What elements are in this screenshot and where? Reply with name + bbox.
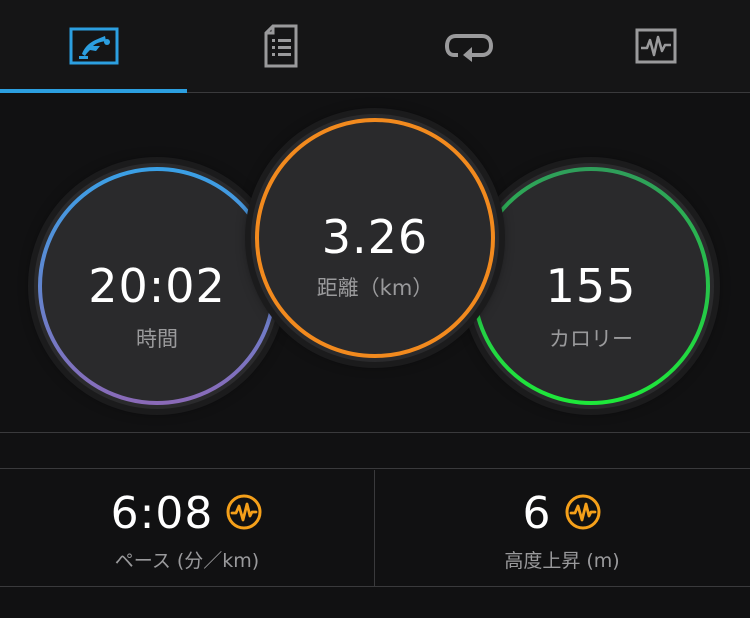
tab-details[interactable] xyxy=(188,0,376,92)
heartrate-badge-icon xyxy=(225,493,263,535)
tab-bar xyxy=(0,0,750,93)
distance-ring[interactable]: 3.26 距離（km） xyxy=(251,114,499,362)
elevation-label: 高度上昇 (m) xyxy=(504,550,620,572)
elevation-value-row: 6 xyxy=(374,488,750,539)
stats-divider-vertical xyxy=(374,470,375,586)
tab-charts[interactable] xyxy=(563,0,750,92)
calories-ring[interactable]: 155 カロリー xyxy=(468,163,714,409)
tab-overview[interactable] xyxy=(0,0,188,93)
running-activity-icon xyxy=(69,27,119,65)
summary-rings: 20:02 時間 155 カロリー 3.26 距離（km） xyxy=(0,93,750,433)
pace-value-row: 6:08 xyxy=(0,488,374,539)
distance-label: 距離（km） xyxy=(316,276,434,300)
document-list-icon xyxy=(264,24,298,68)
time-ring[interactable]: 20:02 時間 xyxy=(34,163,280,409)
calories-value: 155 xyxy=(545,259,637,313)
pace-value: 6:08 xyxy=(110,488,214,539)
stats-row: 6:08 ペース (分／km) 6 高度上昇 (m) xyxy=(0,470,750,586)
elevation-value: 6 xyxy=(522,488,552,539)
stats-divider-top xyxy=(0,468,750,469)
activity-summary-screen: 20:02 時間 155 カロリー 3.26 距離（km） 6:08 ペース (… xyxy=(0,0,750,618)
time-label: 時間 xyxy=(136,327,178,351)
heartrate-graph-icon xyxy=(635,28,677,64)
elevation-stat[interactable]: 6 高度上昇 (m) xyxy=(374,470,750,586)
pace-label: ペース (分／km) xyxy=(114,550,260,572)
loop-arrow-icon xyxy=(444,29,494,63)
bottom-area xyxy=(0,587,750,618)
calories-label: カロリー xyxy=(549,327,633,351)
section-divider-top xyxy=(0,432,750,433)
pace-stat[interactable]: 6:08 ペース (分／km) xyxy=(0,470,374,586)
distance-value: 3.26 xyxy=(321,210,429,264)
tab-laps[interactable] xyxy=(375,0,563,92)
time-value: 20:02 xyxy=(88,259,226,313)
heartrate-badge-icon xyxy=(564,493,602,535)
